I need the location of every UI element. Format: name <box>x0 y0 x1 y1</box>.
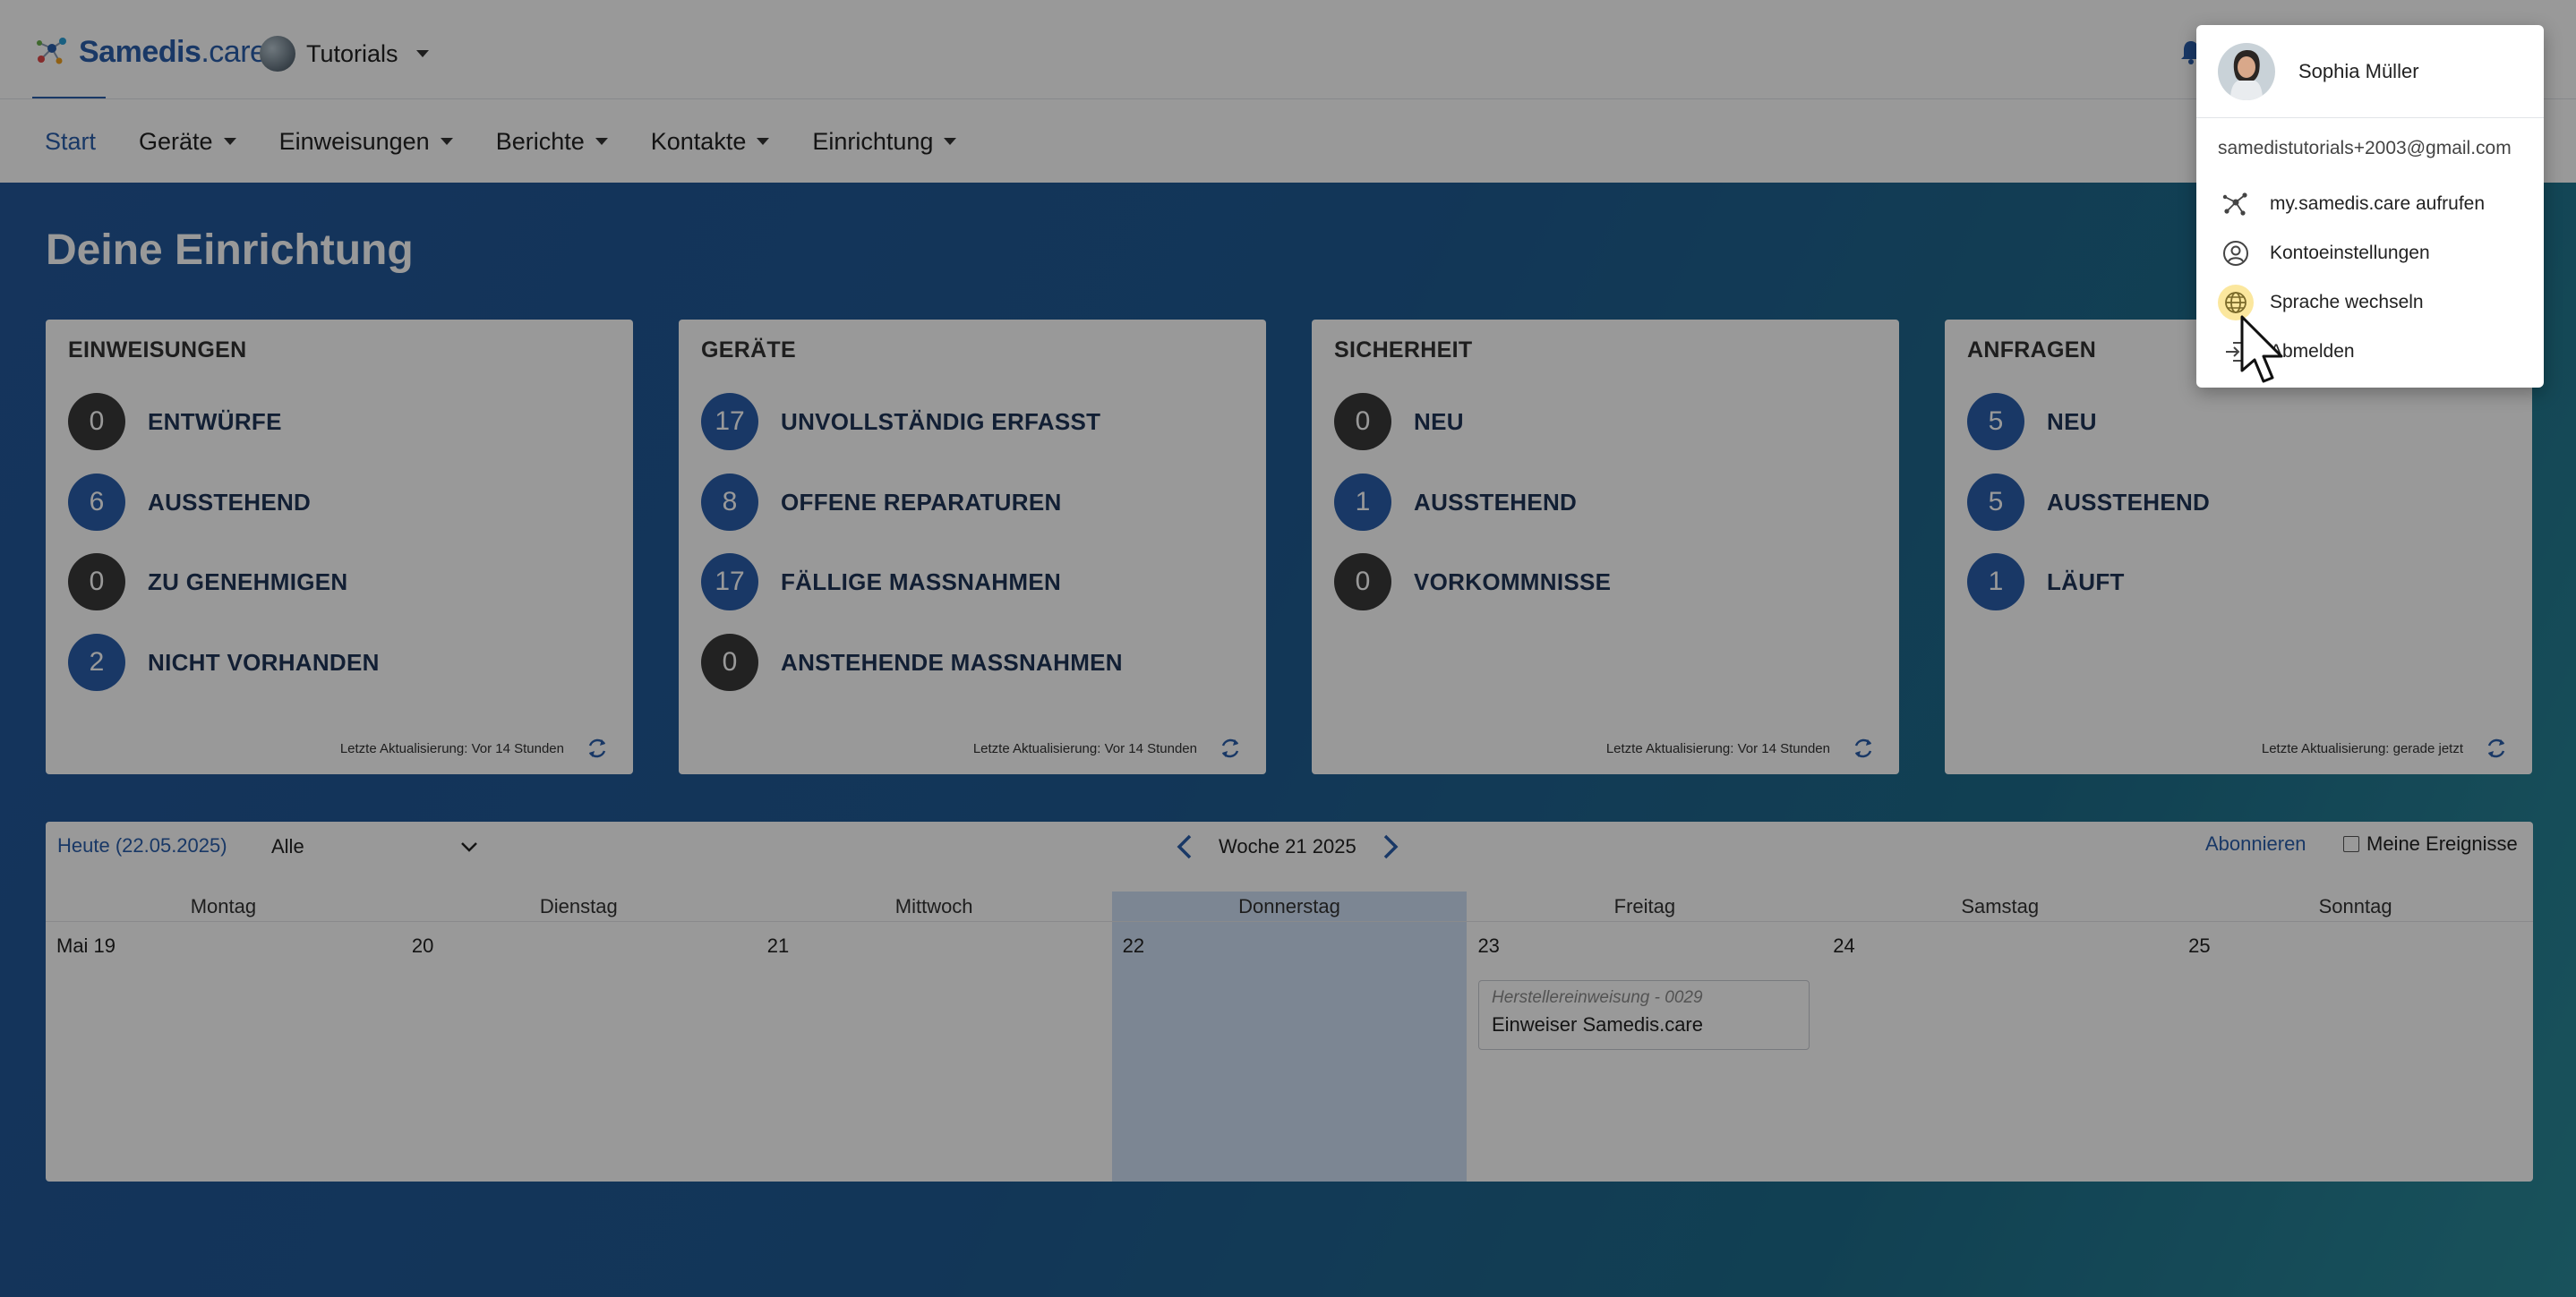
user-avatar <box>2218 42 2275 100</box>
mouse-cursor-icon <box>2240 315 2283 383</box>
account-circle-icon <box>2218 235 2254 271</box>
modal-backdrop[interactable] <box>0 0 2576 1297</box>
network-icon <box>2218 186 2254 222</box>
menu-item-label: Kontoeinstellungen <box>2270 243 2430 263</box>
menu-item-account-settings[interactable]: Kontoeinstellungen <box>2218 234 2430 273</box>
user-name: Sophia Müller <box>2298 59 2419 82</box>
menu-item-my-samedis[interactable]: my.samedis.care aufrufen <box>2218 184 2485 224</box>
user-email: samedistutorials+2003@gmail.com <box>2218 138 2512 158</box>
user-menu-header: Sophia Müller <box>2196 25 2544 118</box>
menu-item-label: Sprache wechseln <box>2270 292 2424 312</box>
menu-item-label: my.samedis.care aufrufen <box>2270 193 2486 214</box>
